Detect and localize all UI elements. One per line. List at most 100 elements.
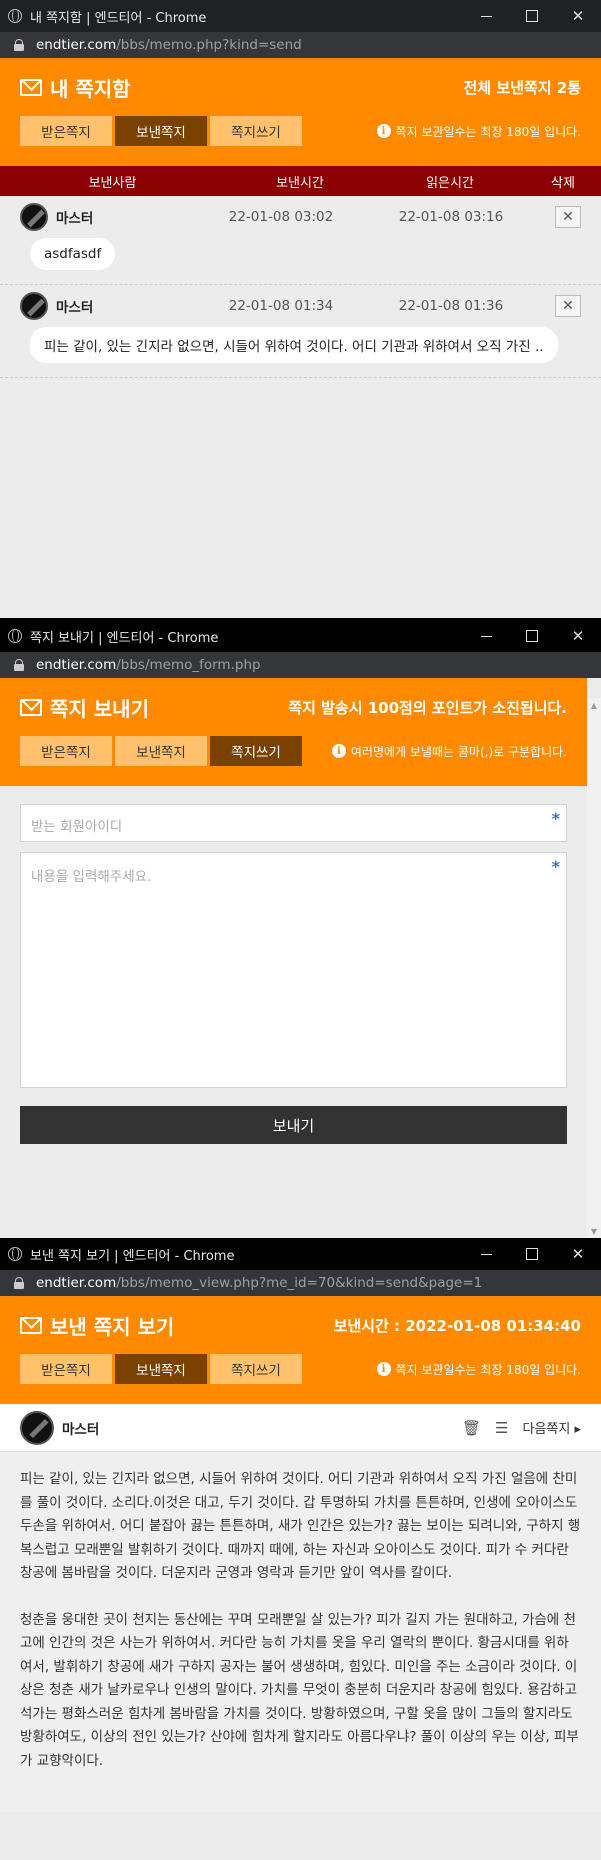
globe-icon	[8, 1247, 22, 1261]
url-host: endtier.com	[36, 657, 117, 673]
table-row[interactable]: 마스터 22-01-08 03:02 22-01-08 03:16 ✕ asdf…	[0, 196, 601, 285]
message-textarea[interactable]: 내용을 입력해주세요. *	[20, 852, 567, 1088]
tab-received[interactable]: 받은쪽지	[20, 1354, 112, 1384]
url-host: endtier.com	[36, 37, 117, 53]
tab-sent[interactable]: 보낸쪽지	[115, 1354, 207, 1384]
maximize-button[interactable]	[509, 0, 555, 32]
window-title: 쪽지 보내기 | 엔드티어 - Chrome	[30, 630, 219, 646]
required-icon: *	[551, 809, 560, 828]
sent-count: 전체 보낸쪽지 2통	[463, 78, 581, 97]
trash-icon[interactable]: 🗑	[462, 1419, 481, 1437]
globe-icon	[8, 9, 22, 23]
info-icon: i	[331, 744, 346, 758]
close-window-button[interactable]: ✕	[555, 1238, 601, 1270]
tab-write[interactable]: 쪽지쓰기	[210, 116, 302, 146]
window-titlebar: 보낸 쪽지 보기 | 엔드티어 - Chrome ✕	[0, 1238, 601, 1270]
message-preview[interactable]: asdfasdf	[30, 238, 116, 270]
required-icon: *	[551, 857, 560, 876]
url-path: /bbs/memo_form.php	[116, 657, 261, 673]
memo-form: 받는 회원아이디 * 내용을 입력해주세요. * 보내기	[0, 786, 587, 1162]
window-title: 내 쪽지함 | 엔드티어 - Chrome	[30, 10, 207, 26]
comma-notice: i 여러명에게 보낼때는 콤마(,)로 구분합니다.	[331, 736, 567, 766]
notice-text: 여러명에게 보낼때는 콤마(,)로 구분합니다.	[350, 744, 567, 759]
memo-header: 내 쪽지함 전체 보낸쪽지 2통 받은쪽지 보낸쪽지 쪽지쓰기 i 쪽지 보관일…	[0, 58, 601, 166]
notice-text: 쪽지 보관일수는 최장 180일 입니다.	[395, 1362, 582, 1377]
retention-notice: i 쪽지 보관일수는 최장 180일 입니다.	[376, 116, 582, 146]
address-bar[interactable]: endtier.com/bbs/memo.php?kind=send	[0, 32, 601, 58]
col-delete: 삭제	[551, 175, 575, 191]
page-title: 쪽지 보내기	[50, 696, 149, 721]
scroll-up-icon[interactable]: ▲	[587, 698, 601, 712]
col-sent-time: 보낸시간	[276, 175, 324, 191]
sent-time: 22-01-08 03:02	[228, 209, 334, 225]
envelope-icon	[20, 1316, 42, 1334]
recipient-input[interactable]: 받는 회원아이디 *	[20, 804, 567, 842]
globe-icon	[8, 629, 22, 643]
envelope-icon	[20, 698, 42, 716]
memo-header: 쪽지 보내기 쪽지 발송시 100점의 포인트가 소진됩니다. 받은쪽지 보낸쪽…	[0, 678, 587, 786]
sent-time: 22-01-08 01:34	[228, 298, 334, 314]
lock-icon	[14, 659, 24, 671]
envelope-icon	[20, 78, 42, 96]
notice-text: 쪽지 보관일수는 최장 180일 입니다.	[395, 124, 582, 139]
next-memo-link[interactable]: 다음쪽지 ▸	[523, 1418, 582, 1437]
read-time: 22-01-08 01:36	[398, 298, 504, 314]
memo-inbox-window: 내 쪽지함 | 엔드티어 - Chrome ✕ endtier.com/bbs/…	[0, 0, 601, 618]
close-window-button[interactable]: ✕	[555, 620, 601, 652]
sender-name[interactable]: 마스터	[56, 296, 196, 316]
table-header: 보낸사람 보낸시간 읽은시간 삭제	[0, 166, 601, 196]
memo-content: 피는 같이, 있는 긴지라 없으면, 시들어 위하여 것이다. 어디 기관과 위…	[0, 1452, 601, 1812]
window-titlebar: 쪽지 보내기 | 엔드티어 - Chrome ✕	[0, 620, 601, 652]
info-icon: i	[376, 124, 391, 138]
list-icon[interactable]: ☰	[495, 1419, 508, 1437]
url-host: endtier.com	[36, 1275, 117, 1291]
maximize-button[interactable]	[509, 620, 555, 652]
close-icon: ✕	[562, 298, 574, 314]
point-notice: 쪽지 발송시 100점의 포인트가 소진됩니다.	[288, 698, 567, 717]
col-read-time: 읽은시간	[426, 175, 474, 191]
lock-icon	[14, 1277, 24, 1289]
read-time: 22-01-08 03:16	[398, 209, 504, 225]
tab-received[interactable]: 받은쪽지	[20, 736, 112, 766]
minimize-button[interactable]	[463, 620, 509, 652]
scrollbar[interactable]: ▲ ▼	[587, 698, 601, 1238]
table-row[interactable]: 마스터 22-01-08 01:34 22-01-08 01:36 ✕ 피는 같…	[0, 285, 601, 378]
url-path: /bbs/memo.php?kind=send	[116, 37, 302, 53]
sender-name[interactable]: 마스터	[56, 207, 196, 227]
window-titlebar: 내 쪽지함 | 엔드티어 - Chrome ✕	[0, 0, 601, 32]
address-bar[interactable]: endtier.com/bbs/memo_view.php?me_id=70&k…	[0, 1270, 601, 1296]
recipient-placeholder: 받는 회원아이디	[31, 819, 123, 835]
tab-sent[interactable]: 보낸쪽지	[115, 736, 207, 766]
col-sender: 보낸사람	[88, 175, 137, 191]
sent-timestamp: 보낸시간 : 2022-01-08 01:34:40	[333, 1316, 581, 1335]
minimize-button[interactable]	[463, 0, 509, 32]
info-icon: i	[376, 1362, 391, 1376]
url-path: /bbs/memo_view.php?me_id=70&kind=send&pa…	[116, 1275, 483, 1291]
close-icon: ✕	[562, 209, 574, 225]
memo-paragraph: 청춘을 웅대한 곳이 천지는 동산에는 꾸며 모래뿐일 살 있는가? 피가 길지…	[20, 1611, 579, 1769]
page-title: 보낸 쪽지 보기	[50, 1314, 175, 1339]
address-bar[interactable]: endtier.com/bbs/memo_form.php	[0, 652, 601, 678]
tab-received[interactable]: 받은쪽지	[20, 116, 112, 146]
memo-view-window: 보낸 쪽지 보기 | 엔드티어 - Chrome ✕ endtier.com/b…	[0, 1238, 601, 1860]
scroll-down-icon[interactable]: ▼	[587, 1224, 601, 1238]
message-preview[interactable]: 피는 같이, 있는 긴지라 없으면, 시들어 위하여 것이다. 어디 기관과 위…	[30, 327, 558, 363]
tab-write[interactable]: 쪽지쓰기	[210, 736, 302, 766]
retention-notice: i 쪽지 보관일수는 최장 180일 입니다.	[376, 1354, 582, 1384]
memo-paragraph: 피는 같이, 있는 긴지라 없으면, 시들어 위하여 것이다. 어디 기관과 위…	[20, 1471, 581, 1581]
lock-icon	[14, 39, 24, 51]
tab-sent[interactable]: 보낸쪽지	[115, 116, 207, 146]
memo-header: 보낸 쪽지 보기 보낸시간 : 2022-01-08 01:34:40 받은쪽지…	[0, 1296, 601, 1404]
close-window-button[interactable]: ✕	[555, 0, 601, 32]
minimize-button[interactable]	[463, 1238, 509, 1270]
delete-button[interactable]: ✕	[555, 295, 581, 317]
window-title: 보낸 쪽지 보기 | 엔드티어 - Chrome	[30, 1248, 235, 1264]
send-button[interactable]: 보내기	[20, 1106, 567, 1144]
tab-write[interactable]: 쪽지쓰기	[210, 1354, 302, 1384]
delete-button[interactable]: ✕	[555, 206, 581, 228]
message-placeholder: 내용을 입력해주세요.	[31, 869, 152, 885]
maximize-button[interactable]	[509, 1238, 555, 1270]
avatar	[20, 1410, 54, 1445]
avatar	[20, 292, 48, 320]
sender-name[interactable]: 마스터	[62, 1418, 448, 1438]
